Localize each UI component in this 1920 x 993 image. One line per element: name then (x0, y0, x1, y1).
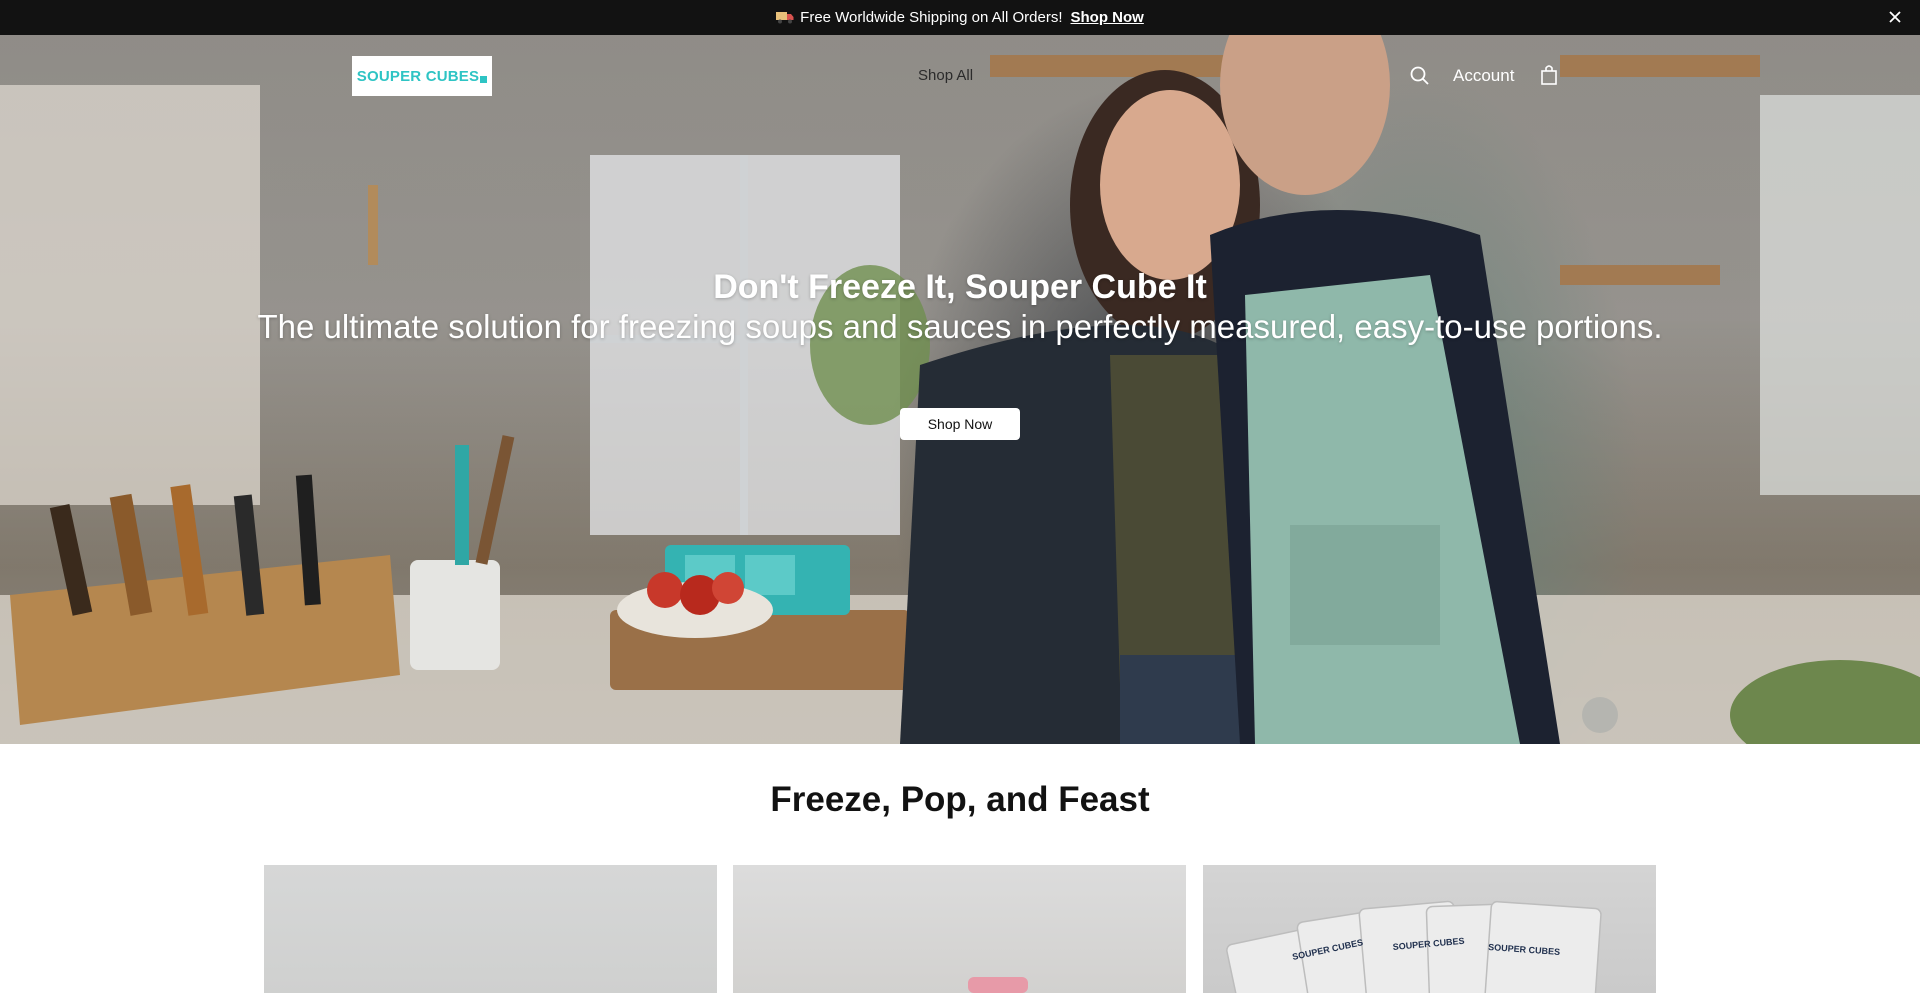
truck-icon (776, 11, 794, 24)
announcement-text: Free Worldwide Shipping on All Orders! (800, 9, 1063, 26)
product-card-1[interactable] (264, 865, 717, 993)
hero-title: Don't Freeze It, Souper Cube It (713, 268, 1207, 306)
hero-subtitle: The ultimate solution for freezing soups… (257, 308, 1663, 345)
nav-shop-all[interactable]: Shop All (918, 67, 973, 84)
site-header: SOUPER CUBES Shop All Account (0, 35, 1920, 117)
section-title: Freeze, Pop, and Feast (770, 780, 1150, 819)
search-icon[interactable] (1409, 65, 1431, 87)
product-card-2[interactable] (733, 865, 1186, 993)
logo-cube-icon (480, 75, 488, 83)
logo-text: SOUPER CUBES (356, 67, 480, 85)
close-icon[interactable] (1886, 8, 1904, 26)
hero-shop-now-button[interactable]: Shop Now (900, 408, 1020, 440)
card-2-image (968, 977, 1028, 993)
shopping-bag-icon[interactable] (1539, 64, 1559, 86)
product-card-3[interactable]: SOUPER CUBES SOUPER CUBES SOUPER CUBES (1203, 865, 1656, 993)
logo[interactable]: SOUPER CUBES (352, 56, 492, 96)
announcement-shop-now-link[interactable]: Shop Now (1071, 9, 1144, 26)
hero-photo (0, 35, 1920, 744)
card-3-image: SOUPER CUBES SOUPER CUBES SOUPER CUBES (1226, 900, 1602, 993)
account-link[interactable]: Account (1453, 66, 1514, 86)
announcement-bar: Free Worldwide Shipping on All Orders! S… (0, 0, 1920, 35)
hero-banner (0, 35, 1920, 744)
